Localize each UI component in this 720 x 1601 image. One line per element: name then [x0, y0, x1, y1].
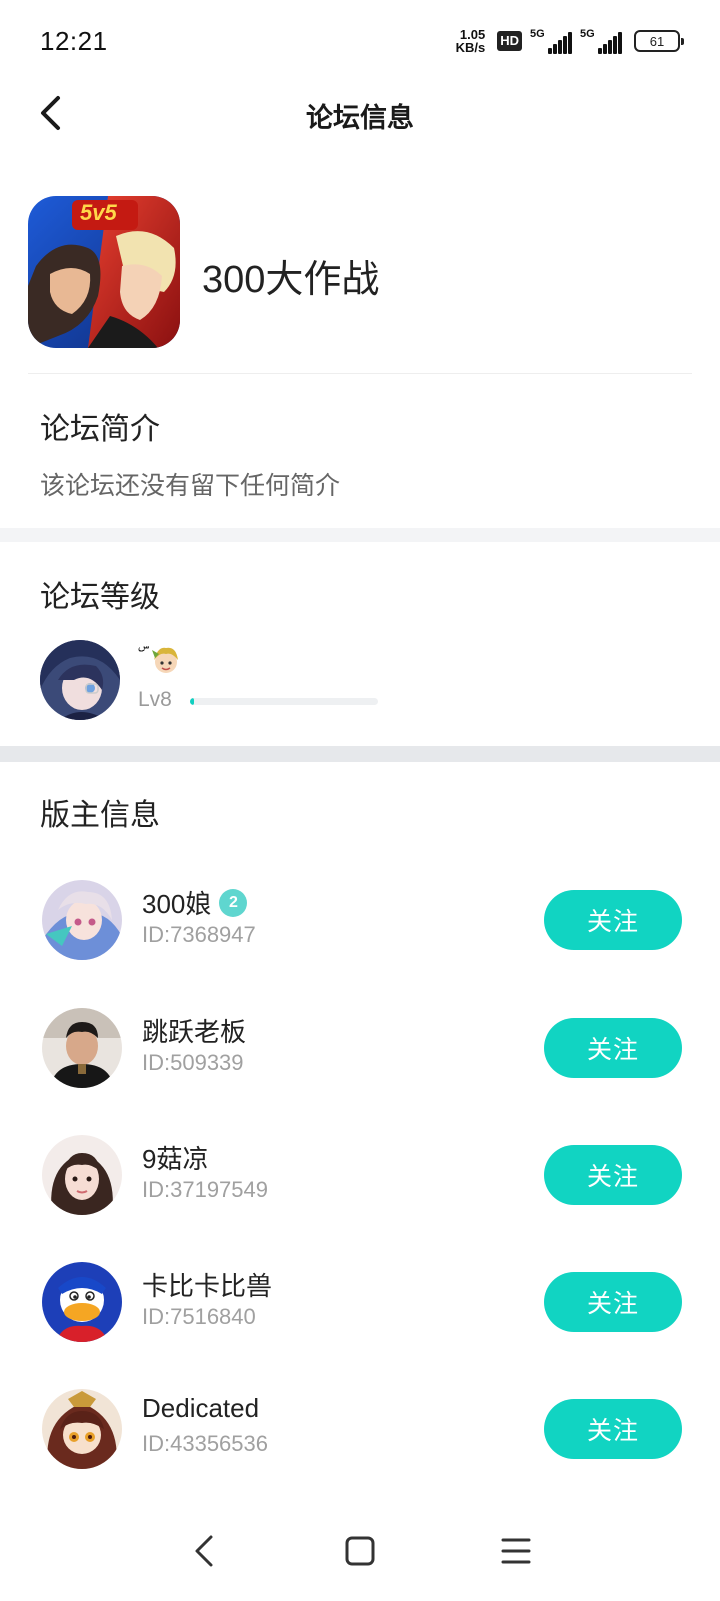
forum-intro-text: 该论坛还没有留下任何简介 — [40, 472, 341, 500]
status-indicators: 1.05 KB/s HD 5G 5G 61 — [456, 28, 684, 54]
forum-icon-badge: 5v5 — [80, 200, 117, 225]
header: 论坛信息 — [0, 82, 720, 144]
level-progress-bar — [190, 698, 378, 705]
moderator-name-text: 跳跃老板 — [142, 1017, 247, 1047]
follow-button[interactable]: 关注 — [544, 1272, 682, 1332]
avatar[interactable] — [40, 640, 120, 720]
moderator-name-text: 卡比卡比兽 — [142, 1271, 273, 1301]
system-navigation-bar — [0, 1501, 720, 1601]
user-level-label: Lv8 — [138, 688, 172, 711]
verified-badge-icon: 2 — [219, 888, 248, 917]
moderator-name-text: Dedicated — [142, 1393, 260, 1423]
list-item[interactable]: 300娘 2 ID:7368947 关注 — [0, 874, 720, 964]
avatar[interactable] — [42, 1135, 122, 1215]
avatar[interactable] — [42, 1008, 122, 1088]
battery-level: 61 — [649, 33, 665, 49]
nav-menu-button[interactable] — [493, 1528, 539, 1574]
forum-level-section: 论坛等级 ۜۜۜ Lv8 — [40, 572, 680, 720]
page-title: 论坛信息 — [306, 103, 414, 133]
moderator-id: ID:37197549 — [142, 1177, 268, 1202]
moderator-name: 9菇凉 — [142, 1139, 208, 1176]
list-item[interactable]: 跳跃老板 ID:509339 关注 — [0, 1002, 720, 1092]
moderator-id: ID:509339 — [142, 1050, 244, 1075]
moderator-name: 300娘 2 — [142, 884, 248, 921]
hd-voice-icon: HD — [497, 31, 522, 51]
level-progress-fill — [190, 698, 194, 705]
moderator-id: ID:43356536 — [142, 1431, 268, 1456]
signal-icon: 5G — [580, 28, 622, 54]
network-type-label: 5G — [530, 28, 545, 40]
forum-intro-section: 论坛简介 该论坛还没有留下任何简介 — [40, 404, 340, 502]
avatar[interactable] — [42, 1389, 122, 1469]
status-bar: 12:21 1.05 KB/s HD 5G 5G 61 — [0, 0, 720, 82]
section-divider — [0, 746, 720, 762]
forum-name: 300大作战 — [202, 259, 380, 301]
follow-button[interactable]: 关注 — [544, 1145, 682, 1205]
forum-header: 5v5 300大作战 — [28, 196, 692, 374]
home-square-icon — [345, 1536, 375, 1566]
moderator-id: ID:7516840 — [142, 1304, 256, 1329]
forum-icon: 5v5 — [28, 196, 180, 348]
follow-button[interactable]: 关注 — [544, 1399, 682, 1459]
moderators-title: 版主信息 — [40, 799, 160, 832]
moderator-name-text: 9菇凉 — [142, 1144, 209, 1174]
moderator-name: 卡比卡比兽 — [142, 1266, 272, 1303]
menu-icon — [501, 1538, 531, 1564]
forum-intro-title: 论坛简介 — [40, 413, 160, 446]
follow-button[interactable]: 关注 — [544, 890, 682, 950]
chevron-left-icon — [195, 1535, 213, 1567]
forum-level-title: 论坛等级 — [40, 581, 160, 614]
network-type-label: 5G — [580, 28, 595, 40]
user-name: ۜۜۜ — [138, 644, 182, 676]
emoji-character-icon — [152, 647, 178, 673]
moderator-name: 跳跃老板 — [142, 1012, 246, 1049]
signal-icon: 5G — [530, 28, 572, 54]
network-speed: 1.05 KB/s — [456, 28, 486, 54]
moderator-name-text: 300娘 — [142, 889, 212, 919]
list-item[interactable]: Dedicated ID:43356536 关注 — [0, 1383, 720, 1473]
nav-home-button[interactable] — [337, 1528, 383, 1574]
avatar[interactable] — [42, 880, 122, 960]
list-item[interactable]: 9菇凉 ID:37197549 关注 — [0, 1129, 720, 1219]
user-level-row[interactable]: ۜۜۜ Lv8 — [40, 640, 680, 720]
avatar[interactable] — [42, 1262, 122, 1342]
moderator-name: Dedicated — [142, 1393, 259, 1424]
battery-icon: 61 — [634, 30, 684, 52]
network-speed-unit: KB/s — [455, 40, 486, 55]
status-time: 12:21 — [40, 26, 108, 56]
list-item[interactable]: 卡比卡比兽 ID:7516840 关注 — [0, 1256, 720, 1346]
section-divider — [0, 528, 720, 542]
follow-button[interactable]: 关注 — [544, 1018, 682, 1078]
moderator-id: ID:7368947 — [142, 922, 256, 947]
nav-back-button[interactable] — [181, 1528, 227, 1574]
